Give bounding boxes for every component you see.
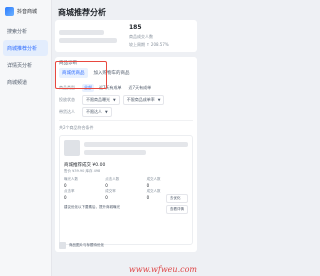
- blurred-subtitle: [84, 150, 147, 155]
- brand-name: 抖音商城: [17, 8, 38, 15]
- metric: 成交人数 0: [147, 177, 188, 189]
- metric: 曝光人数 0: [64, 177, 105, 189]
- product-price: 商城推荐成交 ¥0.00: [64, 163, 106, 168]
- page-title: 商城推荐分析: [58, 8, 106, 17]
- product-header: [64, 140, 188, 158]
- product-price-sub: 售价 ¥39.90 库存 498: [64, 169, 101, 173]
- watermark: www.wfweu.com: [128, 265, 197, 274]
- total-count: 共2个商品符合条件: [59, 125, 94, 130]
- sidebar-item-recommend-analysis[interactable]: 商城推荐分析: [3, 40, 48, 56]
- creator-select[interactable]: 不限达人 ▼: [82, 106, 112, 117]
- metric-value: 0: [64, 195, 67, 200]
- metric: 点击率 0: [64, 189, 105, 201]
- metric-label: 成交人数: [146, 177, 161, 181]
- action-buttons: 去优化 查看详情: [166, 194, 188, 214]
- blurred-value: [59, 29, 104, 35]
- sidebar-item-mall-channel[interactable]: 商城频道: [3, 74, 48, 90]
- chevron-down-icon: ▼: [157, 97, 161, 102]
- stat-change: 较上周期 ↑ 208.57%: [129, 42, 169, 47]
- filter-row-status: 投放状态 不限商品曝光 ▼ 不限商品成单率 ▼: [59, 94, 193, 105]
- product-item[interactable]: 商城推荐成交 ¥0.00 售价 ¥39.90 库存 498 曝光人数 0 点击人数…: [59, 135, 193, 245]
- exposure-select[interactable]: 不限商品曝光 ▼: [82, 94, 120, 105]
- metric-value: 0: [105, 195, 108, 200]
- select-value: 不限达人: [86, 108, 102, 114]
- view-details-button[interactable]: 查看详情: [166, 205, 188, 214]
- stat-value: 185: [129, 24, 142, 31]
- select-value: 不限商品成单率: [126, 96, 155, 102]
- sidebar-item-detail-analysis[interactable]: 详情页分析: [3, 57, 48, 73]
- blurred-title: [84, 142, 188, 147]
- metric-value: 0: [64, 183, 67, 188]
- product-thumbnail: [64, 140, 80, 156]
- chip-option[interactable]: 近7天有成单: [127, 84, 154, 92]
- sidebar-item-search-analysis[interactable]: 搜索分析: [3, 23, 48, 39]
- highlight-box: [55, 61, 107, 89]
- filter-row-creator: 带货达人 不限达人 ▼: [59, 106, 193, 117]
- metric-label: 点击率: [64, 189, 75, 193]
- sidebar: 抖音商城 搜索分析 商城推荐分析 详情页分析 商城频道: [0, 0, 52, 276]
- metric: 点击人数 0: [105, 177, 146, 189]
- filter-label: 带货达人: [59, 108, 75, 114]
- metric-label: 成交率: [105, 189, 116, 193]
- optimize-button[interactable]: 去优化: [166, 194, 188, 203]
- select-value: 不限商品曝光: [86, 96, 110, 102]
- bottom-bar: 商品图片与标题待优化: [59, 241, 193, 249]
- brand: 抖音商城: [0, 0, 51, 22]
- product-title-blurred: [84, 140, 188, 158]
- bottom-text: 商品图片与标题待优化: [69, 242, 104, 247]
- metric-label: 曝光人数: [64, 177, 78, 181]
- metric-value: 0: [105, 183, 108, 188]
- filter-label: 投放状态: [59, 96, 75, 102]
- metric-label: 点击人数: [105, 177, 120, 181]
- stat-label: 商品成交人数: [129, 34, 153, 39]
- product-card: 商品诊断 商城优商品 加入购物车的商品 商品类型 全部 近7天有成单 近7天有成…: [55, 57, 197, 252]
- chevron-down-icon: ▼: [113, 97, 116, 102]
- douyin-mall-logo-icon: [5, 6, 14, 16]
- stat-blurred: [59, 23, 123, 49]
- metric-value: 0: [146, 183, 150, 188]
- chevron-down-icon: ▼: [105, 109, 108, 114]
- main-content: 商城推荐分析 185 商品成交人数 较上周期 ↑ 208.57% 商品诊断 商城…: [52, 0, 200, 276]
- bottom-thumbnail: [59, 241, 66, 249]
- stats-card: 185 商品成交人数 较上周期 ↑ 208.57%: [55, 20, 197, 52]
- divider: [59, 120, 193, 121]
- blurred-label: [59, 37, 117, 43]
- metric: 成交率 0: [105, 189, 146, 201]
- stat-buyers: 185 商品成交人数 较上周期 ↑ 208.57%: [129, 23, 193, 49]
- conversion-select[interactable]: 不限商品成单率 ▼: [122, 94, 165, 105]
